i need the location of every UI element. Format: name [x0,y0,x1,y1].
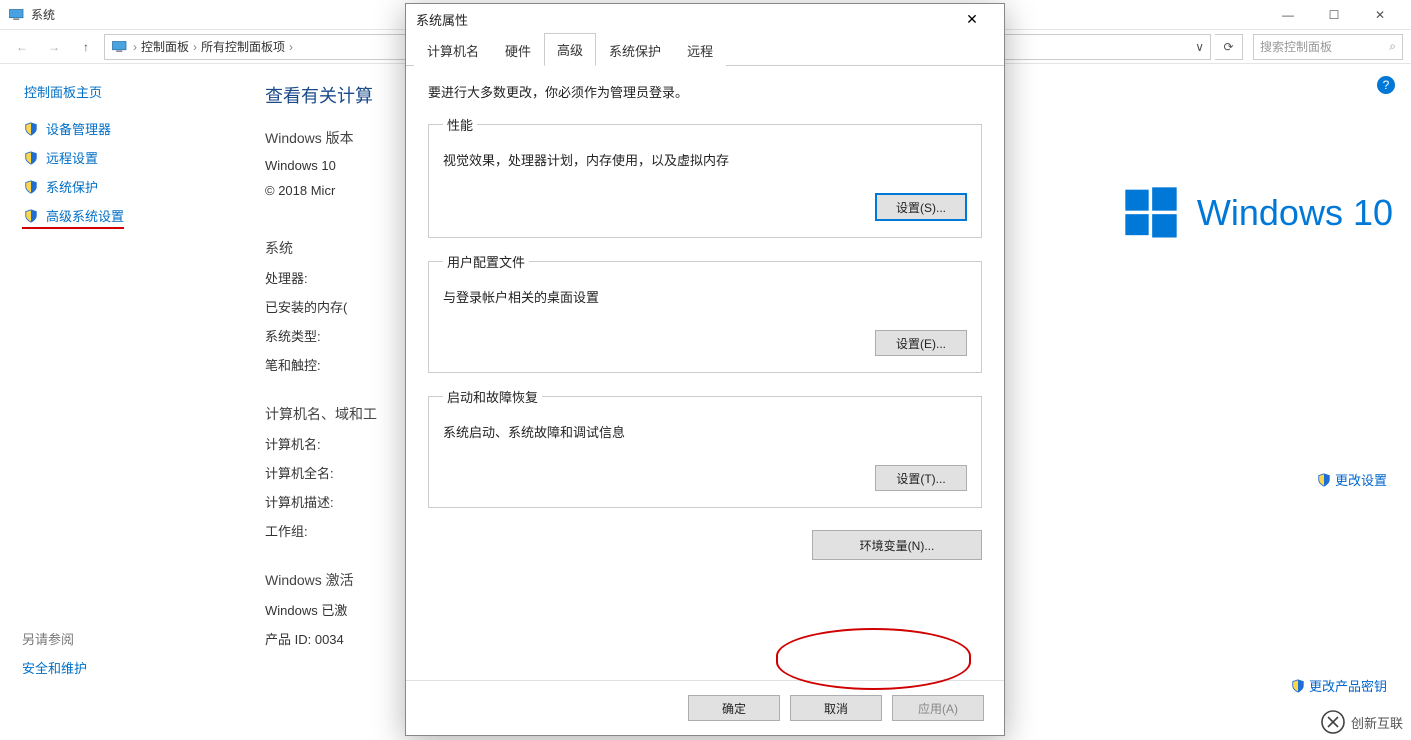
nav-up-button[interactable]: ↑ [72,34,100,60]
tabbar: 计算机名 硬件 高级 系统保护 远程 [406,34,1004,66]
startup-recovery-group: 启动和故障恢复 系统启动、系统故障和调试信息 设置(T)... [428,387,982,508]
tab-hardware[interactable]: 硬件 [492,34,544,66]
tab-system-protection[interactable]: 系统保护 [596,34,674,66]
link-label: 更改设置 [1335,470,1387,489]
search-input[interactable]: 搜索控制面板 ⌕ [1253,34,1403,60]
performance-desc: 视觉效果，处理器计划，内存使用，以及虚拟内存 [443,150,967,169]
windows10-brand: Windows 10 [1123,185,1393,241]
window-controls: — ☐ ✕ [1265,0,1403,30]
shield-icon [24,209,38,223]
watermark: 创新互联 [1321,710,1403,734]
dialog-close-button[interactable]: ✕ [950,4,994,34]
watermark-text: 创新互联 [1351,713,1403,732]
tab-remote[interactable]: 远程 [674,34,726,66]
chevron-icon: › [289,40,293,54]
change-settings-link[interactable]: 更改设置 [1317,470,1387,489]
watermark-logo-icon [1321,710,1345,734]
minimize-button[interactable]: — [1265,0,1311,30]
breadcrumb-dropdown-icon[interactable]: ∨ [1195,40,1204,54]
sidebar-item-label: 高级系统设置 [46,206,124,225]
shield-icon [1317,473,1331,487]
brand-text: Windows 10 [1197,192,1393,234]
sidebar-item-system-protection[interactable]: 系统保护 [22,177,225,196]
tab-advanced[interactable]: 高级 [544,33,596,66]
sidebar-item-advanced-system-settings[interactable]: 高级系统设置 [22,206,124,229]
environment-variables-button[interactable]: 环境变量(N)... [812,530,982,560]
performance-settings-button[interactable]: 设置(S)... [875,193,967,221]
apply-button[interactable]: 应用(A) [892,695,984,721]
dialog-footer: 确定 取消 应用(A) [406,680,1004,735]
sidebar-item-label: 系统保护 [46,177,98,196]
pc-icon [111,40,129,54]
user-profiles-legend: 用户配置文件 [443,252,529,271]
nav-forward-button[interactable]: → [40,34,68,60]
change-product-key-link[interactable]: 更改产品密钥 [1291,676,1387,695]
dialog-titlebar[interactable]: 系统属性 ✕ [406,4,1004,34]
user-profiles-settings-button[interactable]: 设置(E)... [875,330,967,356]
system-properties-dialog: 系统属性 ✕ 计算机名 硬件 高级 系统保护 远程 要进行大多数更改，你必须作为… [405,3,1005,736]
shield-icon [24,122,38,136]
sidebar-home-link[interactable]: 控制面板主页 [22,82,225,101]
startup-desc: 系统启动、系统故障和调试信息 [443,422,967,441]
close-button[interactable]: ✕ [1357,0,1403,30]
system-icon [8,8,26,22]
chevron-icon: › [133,40,137,54]
search-icon: ⌕ [1389,39,1396,54]
shield-icon [1291,679,1305,693]
user-profiles-desc: 与登录帐户相关的桌面设置 [443,287,967,306]
refresh-button[interactable]: ⟳ [1215,34,1243,60]
startup-settings-button[interactable]: 设置(T)... [875,465,967,491]
startup-legend: 启动和故障恢复 [443,387,542,406]
chevron-icon: › [193,40,197,54]
help-icon[interactable]: ? [1377,76,1395,94]
sidebar-item-device-manager[interactable]: 设备管理器 [22,119,225,138]
nav-back-button[interactable]: ← [8,34,36,60]
sidebar-item-label: 远程设置 [46,148,98,167]
window-title: 系统 [31,6,55,23]
user-profiles-group: 用户配置文件 与登录帐户相关的桌面设置 设置(E)... [428,252,982,373]
sidebar-item-remote-settings[interactable]: 远程设置 [22,148,225,167]
sidebar: 控制面板主页 设备管理器 远程设置 系统保护 [0,64,245,740]
breadcrumb-item[interactable]: 控制面板 [141,38,189,55]
see-also-label: 另请参阅 [22,629,225,648]
breadcrumb-item[interactable]: 所有控制面板项 [201,38,285,55]
windows-logo-icon [1123,185,1179,241]
performance-group: 性能 视觉效果，处理器计划，内存使用，以及虚拟内存 设置(S)... [428,115,982,238]
performance-legend: 性能 [443,115,477,134]
cancel-button[interactable]: 取消 [790,695,882,721]
ok-button[interactable]: 确定 [688,695,780,721]
shield-icon [24,180,38,194]
see-also-link[interactable]: 安全和维护 [22,658,225,677]
sidebar-item-label: 设备管理器 [46,119,111,138]
tab-computer-name[interactable]: 计算机名 [414,34,492,66]
shield-icon [24,151,38,165]
link-label: 更改产品密钥 [1309,676,1387,695]
search-placeholder: 搜索控制面板 [1260,38,1332,55]
admin-note: 要进行大多数更改，你必须作为管理员登录。 [428,82,982,101]
dialog-title: 系统属性 [416,10,468,29]
maximize-button[interactable]: ☐ [1311,0,1357,30]
